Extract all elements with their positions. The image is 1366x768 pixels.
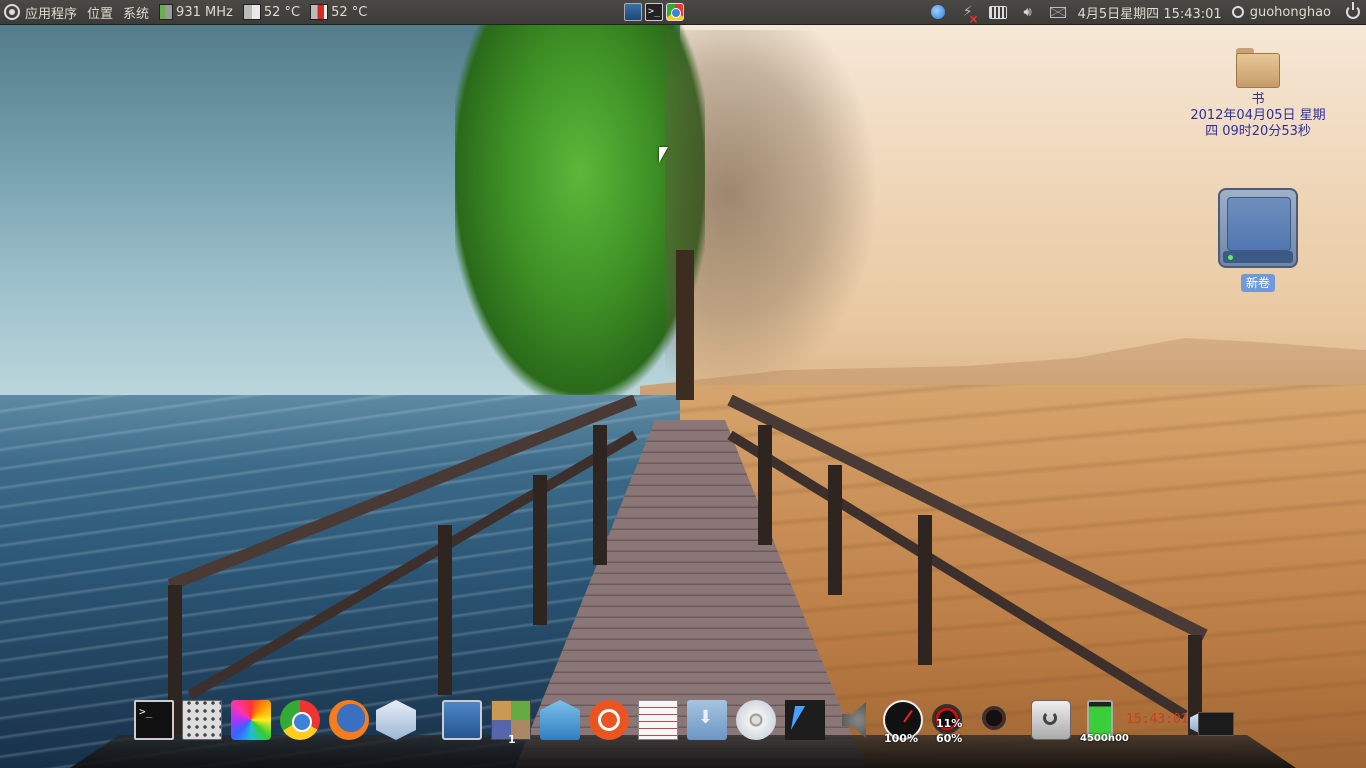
network-indicator[interactable]: ⚡ xyxy=(958,2,979,26)
screen-icon[interactable] xyxy=(624,3,642,21)
memory-value-top: 11% xyxy=(936,717,963,730)
username: guohonghao xyxy=(1249,4,1331,20)
folder-date: 2012年04月05日 星期四 09时20分53秒 xyxy=(1190,108,1326,139)
dock-record-icon[interactable] xyxy=(982,706,1006,730)
bird-messenger-icon xyxy=(930,5,945,19)
cpu-gauge-value: 100% xyxy=(884,732,918,745)
keyboard-icon xyxy=(988,5,1007,19)
messenger-indicator[interactable] xyxy=(928,2,948,22)
folder-label: 书 xyxy=(1251,92,1265,107)
panel-right-group: ⚡ 🔊︎ 4月5日星期四 15:43:01 guohonghao xyxy=(923,0,1360,26)
dock-system-monitor-icon[interactable] xyxy=(1198,712,1234,736)
cpu-freq-applet[interactable]: 931 MHz xyxy=(154,0,238,24)
network-disconnected-icon: ⚡ xyxy=(963,4,979,26)
bare-tree-half xyxy=(665,30,875,390)
dock-color-picker-icon[interactable] xyxy=(231,700,271,740)
dock-photo-viewer-icon[interactable]: 1 xyxy=(491,700,531,746)
dock: >_ 1 100% 11% 60% 4500h00 15:43:01 xyxy=(130,700,1240,750)
menu-places[interactable]: 位置 xyxy=(82,0,118,24)
folder-icon xyxy=(1236,48,1280,88)
dock-calculator-icon[interactable] xyxy=(182,700,222,740)
user-icon xyxy=(1231,6,1244,18)
dock-screenshot-icon[interactable] xyxy=(442,700,482,740)
user-menu[interactable]: guohonghao xyxy=(1227,0,1336,24)
dock-disc-icon[interactable] xyxy=(736,700,776,740)
dock-chrome-icon[interactable] xyxy=(280,700,320,740)
dock-ubuntu-icon[interactable] xyxy=(589,700,629,740)
dock-text-editor-icon[interactable] xyxy=(638,700,678,740)
panel-left-group: 应用程序 位置 系统 931 MHz 52 °C 52 °C xyxy=(0,0,372,24)
window-list: >_ xyxy=(624,0,684,24)
drive-label: 新卷 xyxy=(1240,274,1275,292)
desktop-wallpaper xyxy=(0,0,1366,768)
tree-trunk xyxy=(676,250,694,400)
pier-railing-left xyxy=(167,395,638,735)
mouse-cursor-icon xyxy=(659,147,668,163)
mail-icon xyxy=(1049,6,1066,18)
temp-value-2: 52 °C xyxy=(331,4,368,20)
terminal-icon[interactable]: >_ xyxy=(645,3,663,21)
desktop-folder-book[interactable]: 书 2012年04月05日 星期四 09时20分53秒 xyxy=(1188,48,1328,140)
menu-system[interactable]: 系统 xyxy=(118,0,154,24)
dock-clock[interactable]: 15:43:01 xyxy=(1126,700,1189,740)
dock-downloads-folder-icon[interactable] xyxy=(687,700,727,740)
temp-applet-2[interactable]: 52 °C xyxy=(305,0,372,24)
temperature-icon xyxy=(242,4,261,20)
clock[interactable]: 4月5日星期四 15:43:01 xyxy=(1073,0,1227,24)
volume-indicator[interactable]: 🔊︎ xyxy=(1018,2,1038,22)
desktop-drive[interactable]: 新卷 xyxy=(1208,188,1308,292)
dock-software-center-icon[interactable] xyxy=(540,700,580,740)
memory-value-bottom: 60% xyxy=(936,732,963,745)
keyboard-indicator[interactable] xyxy=(988,2,1008,22)
temperature-icon xyxy=(310,4,329,20)
top-panel: 应用程序 位置 系统 931 MHz 52 °C 52 °C >_ ⚡ 🔊︎ 4… xyxy=(0,0,1366,26)
dock-virtualbox-icon[interactable] xyxy=(376,700,416,740)
mail-indicator[interactable] xyxy=(1048,2,1068,22)
cpu-chip-icon xyxy=(159,4,174,20)
power-icon[interactable] xyxy=(1346,2,1360,19)
battery-label: 4500h00 xyxy=(1080,733,1129,744)
chrome-icon[interactable] xyxy=(666,3,684,21)
dock-speaker-icon[interactable] xyxy=(842,702,866,738)
temp-value-1: 52 °C xyxy=(263,4,301,20)
dock-terminal-icon[interactable]: >_ xyxy=(134,700,174,740)
ubuntu-logo-icon[interactable] xyxy=(4,4,20,20)
pier-railing-right xyxy=(727,395,1208,735)
cpu-freq-value: 931 MHz xyxy=(176,4,233,20)
temp-applet-1[interactable]: 52 °C xyxy=(238,0,305,24)
photo-window-count: 1 xyxy=(508,733,516,746)
menu-applications[interactable]: 应用程序 xyxy=(20,0,82,24)
dock-firefox-icon[interactable] xyxy=(329,700,369,740)
dock-shutdown-icon[interactable] xyxy=(1031,700,1071,740)
hard-drive-icon xyxy=(1218,188,1298,268)
dock-cursor-theme-icon[interactable] xyxy=(785,700,825,740)
volume-icon: 🔊︎ xyxy=(1023,4,1032,20)
